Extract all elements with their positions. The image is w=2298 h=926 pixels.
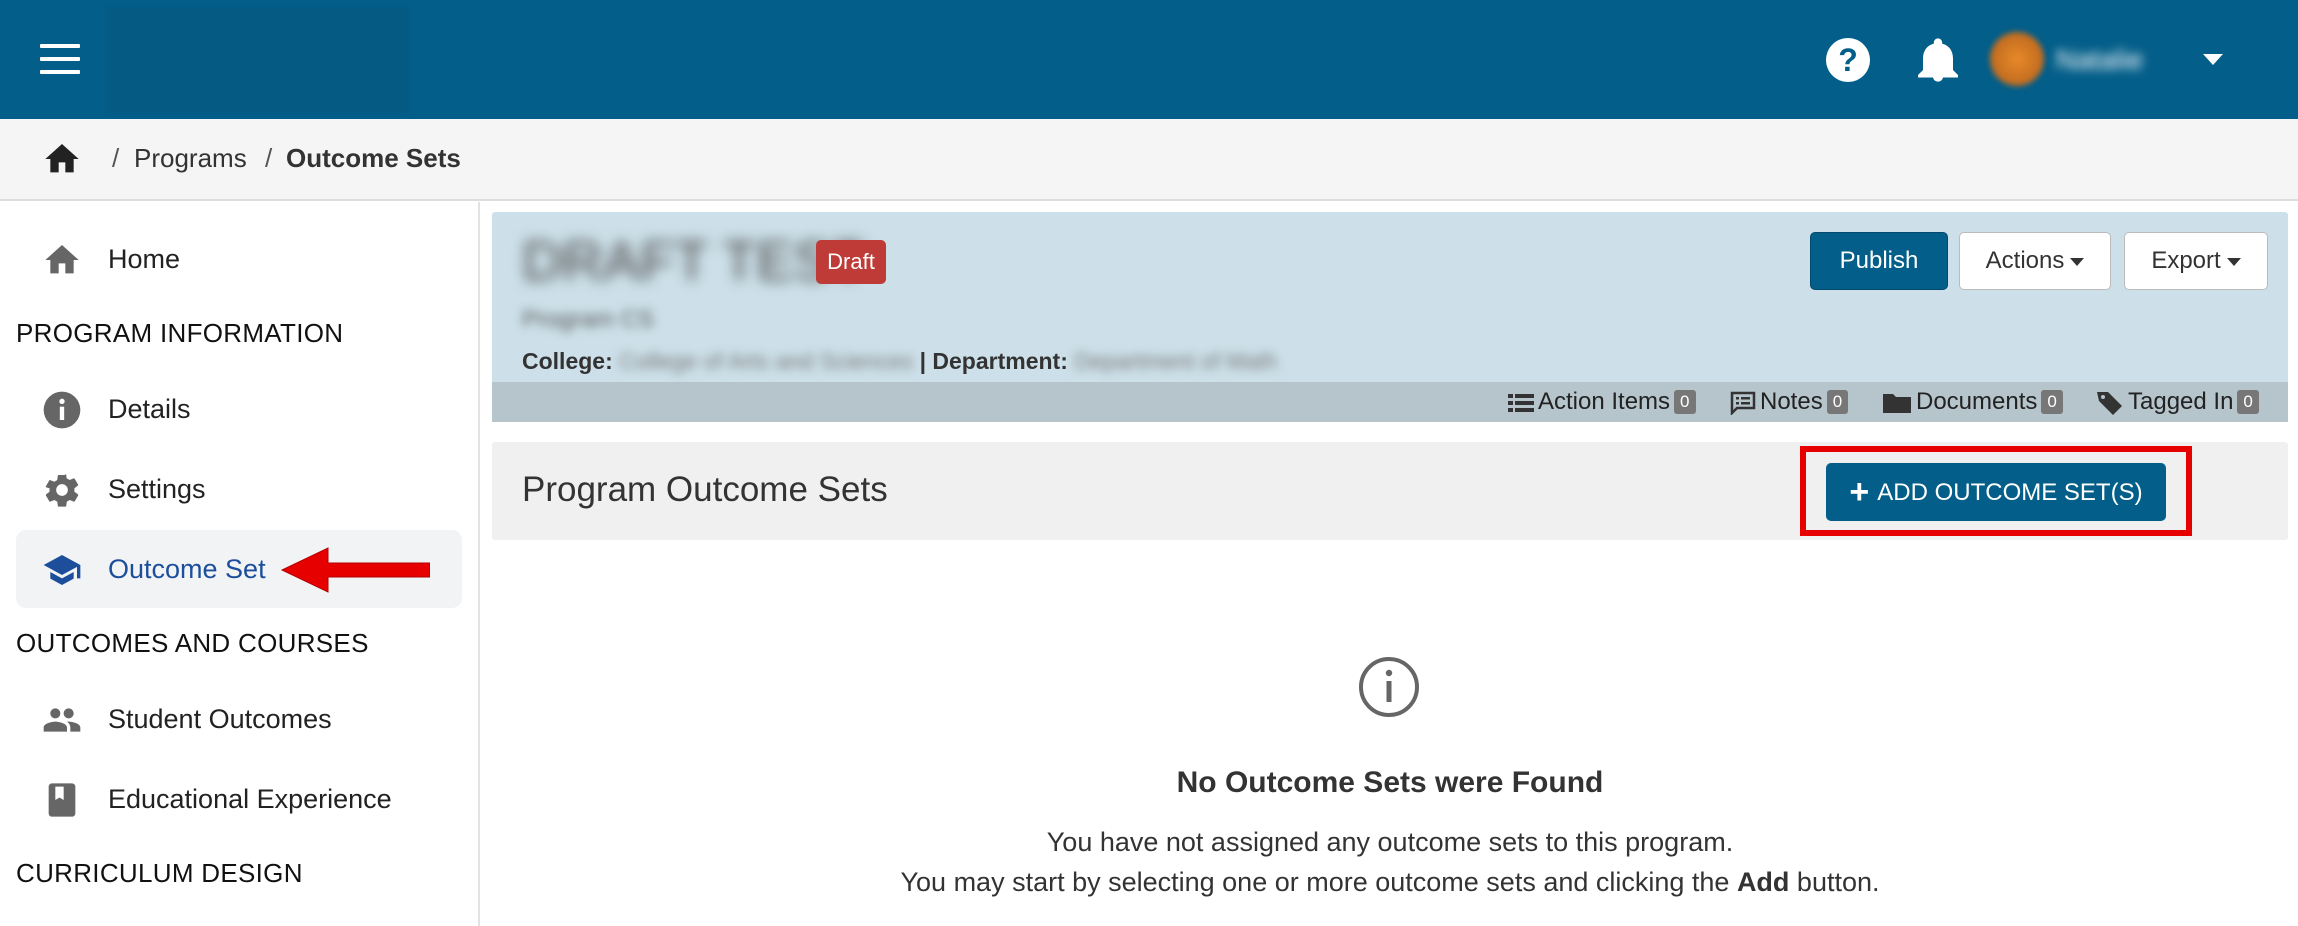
logo[interactable] [108, 8, 408, 112]
section-title-curriculum-design: CURRICULUM DESIGN [16, 858, 303, 888]
empty-text: You may start by selecting one or more o… [900, 867, 1737, 897]
sidebar-item-label: Educational Experience [108, 784, 392, 814]
breadcrumb-separator: / [265, 143, 273, 173]
empty-text-bold: Add [1736, 867, 1790, 897]
sidebar-item-home[interactable]: Home [16, 220, 462, 298]
info-icon [43, 391, 81, 429]
section-title-outcomes-and-courses: OUTCOMES AND COURSES [16, 628, 369, 658]
hamburger-icon[interactable] [40, 44, 80, 74]
empty-state-line-1: You have not assigned any outcome sets t… [1046, 827, 1734, 857]
red-arrow-annotation [280, 547, 430, 593]
sidebar-item-label: Outcome Set [108, 554, 266, 584]
people-icon [43, 708, 81, 732]
graduation-cap-icon [43, 555, 81, 585]
home-icon[interactable] [42, 139, 82, 179]
empty-state-line-2: You may start by selecting one or more o… [492, 867, 2288, 898]
sidebar-item-details[interactable]: Details [16, 370, 462, 448]
sidebar-item-label: Home [108, 244, 181, 274]
breadcrumb-separator: / [112, 143, 120, 173]
breadcrumb-outcome-sets: Outcome Sets [286, 143, 461, 173]
sidebar-item-label: Settings [108, 474, 206, 504]
empty-state-title: No Outcome Sets were Found [1176, 766, 1604, 799]
empty-text: button. [1789, 867, 1880, 897]
sidebar-item-settings[interactable]: Settings [16, 450, 462, 528]
empty-state: No Outcome Sets were Found You have not … [492, 0, 2288, 926]
section-title-program-information: PROGRAM INFORMATION [16, 318, 344, 348]
sidebar-item-educational-experience[interactable]: Educational Experience [16, 760, 462, 838]
sidebar-item-label: Student Outcomes [108, 704, 332, 734]
breadcrumb-programs[interactable]: Programs [134, 143, 247, 174]
book-icon [48, 783, 76, 817]
sidebar-item-label: Details [108, 394, 191, 424]
sidebar-item-student-outcomes[interactable]: Student Outcomes [16, 680, 462, 758]
home-icon [45, 245, 79, 274]
gear-icon [45, 474, 79, 507]
